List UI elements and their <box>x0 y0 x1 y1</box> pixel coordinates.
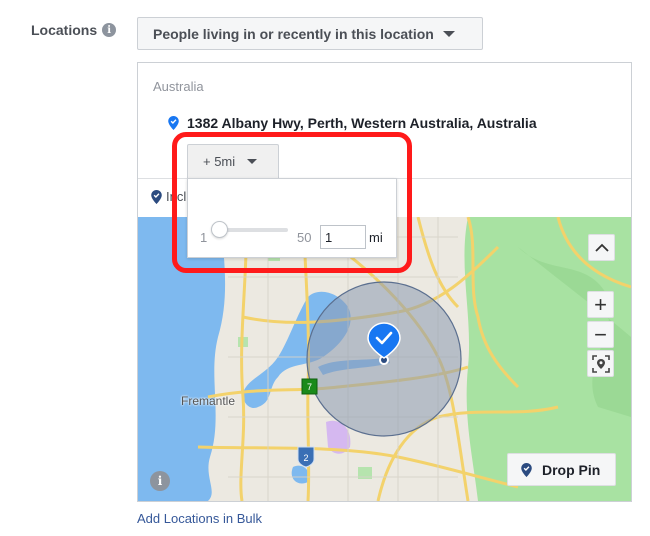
radius-slider-track[interactable] <box>220 228 288 232</box>
drop-pin-button[interactable]: Drop Pin <box>507 453 616 486</box>
zoom-in-button[interactable]: + <box>587 291 614 318</box>
radius-unit-label: mi <box>369 230 383 245</box>
chevron-up-icon <box>594 243 609 252</box>
radius-dropdown-button[interactable]: + 5mi <box>187 144 279 178</box>
locations-label-row: Locations i <box>31 22 117 38</box>
map[interactable]: 7 2 Fremantle + − i Drop Pin <box>138 217 631 501</box>
pin-icon <box>521 462 532 477</box>
radius-label: + 5mi <box>203 154 236 169</box>
recenter-button[interactable] <box>587 350 614 377</box>
radius-slider-thumb[interactable] <box>211 221 228 238</box>
locate-icon <box>591 354 610 373</box>
slider-max-label: 50 <box>297 230 312 245</box>
route-shield-7: 7 <box>301 378 318 395</box>
map-label-fremantle: Fremantle <box>181 394 236 408</box>
collapse-map-button[interactable] <box>588 234 615 261</box>
add-locations-in-bulk-link[interactable]: Add Locations in Bulk <box>137 511 262 526</box>
caret-down-icon <box>442 30 455 37</box>
svg-text:2: 2 <box>303 453 308 463</box>
country-heading: Australia <box>153 79 204 94</box>
drop-pin-label: Drop Pin <box>542 461 601 478</box>
caret-down-icon <box>247 159 258 164</box>
route-shield-2: 2 <box>297 446 315 468</box>
verified-pin-icon <box>168 116 179 130</box>
include-pin-icon <box>151 189 162 204</box>
selected-location: 1382 Albany Hwy, Perth, Western Australi… <box>168 115 537 131</box>
info-icon[interactable]: i <box>102 23 117 37</box>
locations-label: Locations <box>31 22 98 38</box>
zoom-out-button[interactable]: − <box>587 321 614 348</box>
location-address: 1382 Albany Hwy, Perth, Western Australi… <box>187 115 537 131</box>
map-info-icon[interactable]: i <box>150 471 170 491</box>
slider-min-label: 1 <box>200 230 208 245</box>
svg-text:7: 7 <box>307 382 312 392</box>
radius-popup: 1 50 mi <box>187 178 397 258</box>
radius-input[interactable] <box>320 225 366 249</box>
audience-type-select[interactable]: People living in or recently in this loc… <box>137 17 483 50</box>
audience-type-value: People living in or recently in this loc… <box>153 25 434 42</box>
